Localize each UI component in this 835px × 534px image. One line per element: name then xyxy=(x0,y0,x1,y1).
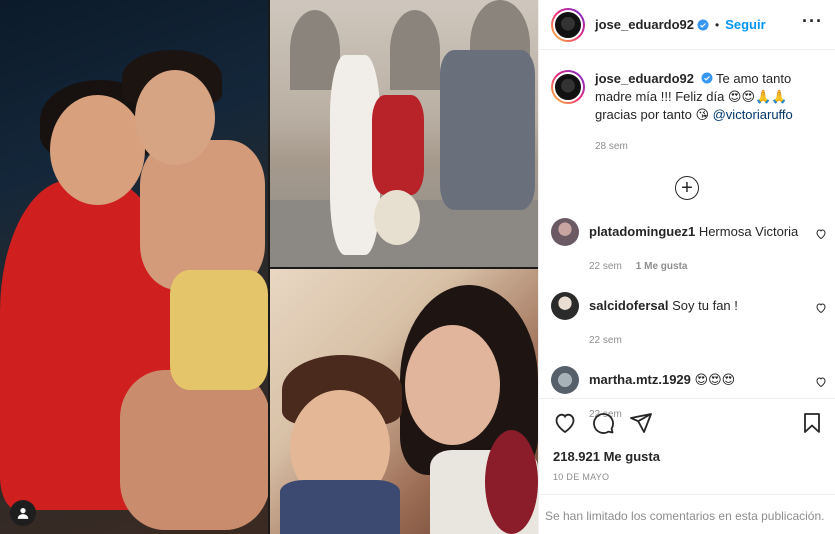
post-media-collage[interactable] xyxy=(0,0,538,534)
comment-username[interactable]: salcidofersal xyxy=(589,298,669,313)
torso-shape xyxy=(140,140,265,290)
save-icon[interactable] xyxy=(800,411,824,435)
comment-meta: 22 sem xyxy=(589,333,738,349)
boy-shorts-shape xyxy=(374,190,420,245)
boy-face-shape xyxy=(135,70,215,165)
comment-like-icon[interactable] xyxy=(815,302,827,314)
comment-text: Soy tu fan ! xyxy=(672,298,738,313)
market-stall-shape xyxy=(440,50,535,210)
likes-count[interactable]: 218.921 Me gusta xyxy=(553,449,824,464)
comment-item: salcidofersal Soy tu fan ! 22 sem xyxy=(539,292,835,349)
woman-face-shape xyxy=(405,325,500,445)
comment-meta: 22 sem 1 Me gusta xyxy=(589,259,798,275)
instagram-post: jose_eduardo92 • Seguir ··· jose_eduardo… xyxy=(0,0,835,534)
comment-time[interactable]: 22 sem xyxy=(589,261,622,272)
action-buttons xyxy=(553,411,824,435)
comment-likes[interactable]: 1 Me gusta xyxy=(636,261,688,272)
comment-text: Hermosa Victoria xyxy=(698,224,799,239)
caption-mention-link[interactable]: @victoriaruffo xyxy=(713,107,793,122)
avatar[interactable] xyxy=(551,366,579,394)
boy-shirt-shape xyxy=(280,480,400,534)
comments-limited-notice: Se han limitado los comentarios en esta … xyxy=(539,494,835,534)
more-options-icon[interactable]: ··· xyxy=(802,12,823,38)
avatar[interactable] xyxy=(551,292,579,320)
avatar[interactable] xyxy=(551,70,585,104)
avatar[interactable] xyxy=(551,218,579,246)
comment-username[interactable]: martha.mtz.1929 xyxy=(589,372,691,387)
comment-like-icon[interactable] xyxy=(815,228,827,240)
share-icon[interactable] xyxy=(629,411,653,435)
separator-dot: • xyxy=(715,17,720,32)
comment-body: salcidofersal Soy tu fan ! 22 sem xyxy=(589,292,738,349)
comment-like-icon[interactable] xyxy=(815,376,827,388)
comment-item: platadominguez1 Hermosa Victoria 22 sem 1… xyxy=(539,218,835,275)
arch-shape xyxy=(390,10,440,90)
add-comment-icon[interactable]: + xyxy=(675,176,699,200)
post-actions: 218.921 Me gusta 10 DE MAYO xyxy=(539,398,835,482)
woman-face-shape xyxy=(50,95,145,205)
tagged-user-icon[interactable] xyxy=(10,500,36,526)
avatar[interactable] xyxy=(551,7,585,42)
post-date[interactable]: 10 DE MAYO xyxy=(553,472,824,482)
verified-badge-icon xyxy=(697,19,709,30)
comment-username[interactable]: platadominguez1 xyxy=(589,224,695,239)
yellow-shorts-shape xyxy=(170,270,268,390)
comment-time[interactable]: 22 sem xyxy=(589,335,622,346)
caption-body: jose_eduardo92 Te amo tanto madre mía !!… xyxy=(595,70,821,156)
photo-mother-and-son-red-dress xyxy=(0,0,268,534)
post-caption: jose_eduardo92 Te amo tanto madre mía !!… xyxy=(539,50,835,156)
boy-red-shirt-shape xyxy=(372,95,424,195)
comment-icon[interactable] xyxy=(591,411,615,435)
post-header: jose_eduardo92 • Seguir ··· xyxy=(539,0,835,50)
caption-username[interactable]: jose_eduardo92 xyxy=(595,71,694,86)
comment-text: 😍😍😍 xyxy=(694,372,736,387)
like-icon[interactable] xyxy=(553,411,577,435)
post-side-panel: jose_eduardo92 • Seguir ··· jose_eduardo… xyxy=(538,0,835,534)
load-more-comments: + xyxy=(539,176,835,200)
follow-button[interactable]: Seguir xyxy=(725,17,765,32)
caption-time[interactable]: 28 sem xyxy=(595,138,821,156)
header-username[interactable]: jose_eduardo92 xyxy=(595,17,694,32)
red-top-shape xyxy=(485,430,538,534)
comment-body: platadominguez1 Hermosa Victoria 22 sem 1… xyxy=(589,218,798,275)
verified-badge-icon xyxy=(701,72,713,84)
legs-shape xyxy=(120,370,268,530)
